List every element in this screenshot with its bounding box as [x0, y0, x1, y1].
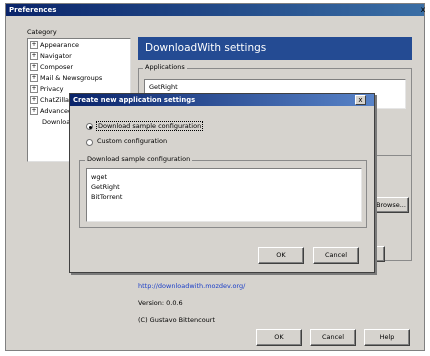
list-item[interactable]: GetRight — [149, 83, 178, 91]
ok-button[interactable]: OK — [256, 329, 302, 346]
dialog-title: Create new application settings — [73, 96, 196, 104]
dialog-cancel-button[interactable]: Cancel — [313, 247, 359, 264]
expand-icon[interactable]: + — [30, 107, 38, 115]
radio-custom-config[interactable] — [86, 139, 93, 146]
help-button[interactable]: Help — [364, 329, 410, 346]
window-close-button[interactable]: x — [419, 4, 427, 16]
radio-download-sample-label[interactable]: Download sample configuration — [96, 121, 204, 131]
dialog-ok-button[interactable]: OK — [258, 247, 304, 264]
sample-config-group-label: Download sample configuration — [85, 155, 193, 163]
dialog-close-button[interactable]: x — [355, 95, 366, 105]
tree-item-privacy[interactable]: + Privacy — [30, 85, 64, 94]
copyright-text: (C) Gustavo Bittencourt — [138, 316, 216, 324]
tree-item-navigator[interactable]: + Navigator — [30, 52, 72, 61]
category-label: Category — [27, 28, 57, 36]
dialog-titlebar[interactable]: Create new application settings — [70, 94, 374, 106]
expand-icon[interactable]: + — [30, 63, 38, 71]
tree-item-composer[interactable]: + Composer — [30, 63, 73, 72]
list-item[interactable]: BitTorrent — [91, 193, 122, 201]
expand-icon[interactable]: + — [30, 74, 38, 82]
tree-item-chatzilla[interactable]: + ChatZilla — [30, 96, 69, 105]
cancel-button[interactable]: Cancel — [310, 329, 356, 346]
sample-config-list[interactable]: wget GetRight BitTorrent — [86, 168, 362, 222]
tree-item-appearance[interactable]: + Appearance — [30, 41, 79, 50]
expand-icon[interactable]: + — [30, 85, 38, 93]
homepage-link[interactable]: http://downloadwith.mozdev.org/ — [138, 282, 245, 290]
window-title: Preferences — [9, 6, 57, 14]
panel-title: DownloadWith settings — [138, 37, 412, 60]
window-titlebar[interactable]: Preferences — [6, 4, 424, 16]
list-item[interactable]: GetRight — [91, 183, 120, 191]
tree-item-advanced[interactable]: + Advanced — [30, 107, 72, 116]
tree-item-mail-newsgroups[interactable]: + Mail & Newsgroups — [30, 74, 102, 83]
list-item[interactable]: wget — [91, 173, 107, 181]
expand-icon[interactable]: + — [30, 52, 38, 60]
radio-custom-config-label[interactable]: Custom configuration — [97, 137, 167, 145]
applications-group-label: Applications — [143, 63, 187, 71]
browse-button[interactable]: Browse... — [373, 197, 409, 213]
expand-icon[interactable]: + — [30, 96, 38, 104]
radio-download-sample[interactable] — [86, 123, 93, 130]
version-text: Version: 0.0.6 — [138, 299, 183, 307]
expand-icon[interactable]: + — [30, 41, 38, 49]
